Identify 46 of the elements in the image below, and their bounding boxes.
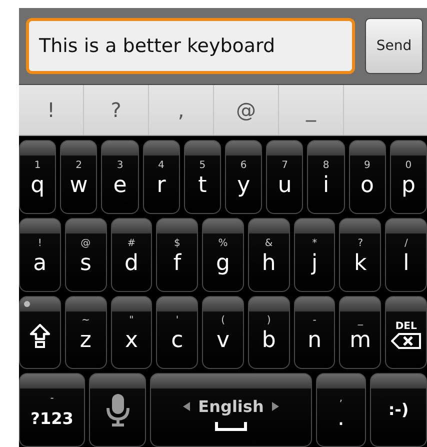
arrow-right-icon	[272, 402, 279, 412]
letter-key[interactable]: 3 e	[101, 140, 139, 214]
letter-key[interactable]: 8 i	[307, 140, 345, 214]
letter-key[interactable]: 1 q	[19, 140, 56, 214]
shift-key[interactable]	[19, 296, 61, 370]
letter-key[interactable]: & h	[248, 218, 290, 292]
letter-key[interactable]: _ m	[339, 296, 382, 370]
letter-key[interactable]: - n	[294, 296, 336, 370]
suggestion-item[interactable]: @	[214, 85, 279, 135]
letter-key[interactable]: $ f	[156, 218, 198, 292]
suggestion-item[interactable]: ?	[84, 85, 149, 135]
letter-key[interactable]: 4 r	[142, 140, 180, 214]
letter-key[interactable]: 6 y	[225, 140, 262, 214]
suggestion-item[interactable]: _	[279, 85, 344, 135]
arrow-left-icon	[183, 402, 190, 412]
letter-key[interactable]: 2 w	[60, 140, 98, 214]
letter-key[interactable]: ( v	[202, 296, 244, 370]
letter-key[interactable]: @ s	[64, 218, 107, 292]
letter-key[interactable]: / l	[385, 218, 427, 292]
microphone-icon	[104, 393, 130, 428]
letter-key[interactable]: 0 p	[390, 140, 427, 214]
text-input-field[interactable]: This is a better keyboard	[26, 18, 355, 74]
letter-key[interactable]: * j	[294, 218, 336, 292]
letter-key[interactable]: ? k	[339, 218, 382, 292]
letter-key[interactable]: % g	[202, 218, 244, 292]
letter-key[interactable]: " x	[110, 296, 152, 370]
letter-key[interactable]: , .	[316, 373, 366, 447]
letter-key[interactable]: # d	[110, 218, 152, 292]
letter-key[interactable]: ' c	[156, 296, 198, 370]
suggestion-item[interactable]: !	[19, 85, 84, 135]
letter-key[interactable]: 7 u	[266, 140, 304, 214]
suggestion-item[interactable]: ,	[149, 85, 214, 135]
delete-key[interactable]: DEL	[385, 296, 427, 370]
letter-key[interactable]: ! a	[19, 218, 61, 292]
letter-key[interactable]: ~ z	[64, 296, 107, 370]
space-bar-icon	[215, 422, 247, 432]
letter-key[interactable]: 5 t	[184, 140, 222, 214]
smiley-key[interactable]: :-)	[370, 373, 427, 447]
backspace-icon	[391, 333, 422, 350]
symbols-key[interactable]: - ?123	[19, 373, 85, 447]
microphone-key[interactable]	[89, 373, 146, 447]
letter-key[interactable]: 9 o	[348, 140, 386, 214]
shift-icon	[28, 323, 51, 350]
send-button[interactable]: Send	[365, 18, 423, 74]
space-key[interactable]: English	[150, 373, 312, 447]
letter-key[interactable]: ) b	[248, 296, 290, 370]
